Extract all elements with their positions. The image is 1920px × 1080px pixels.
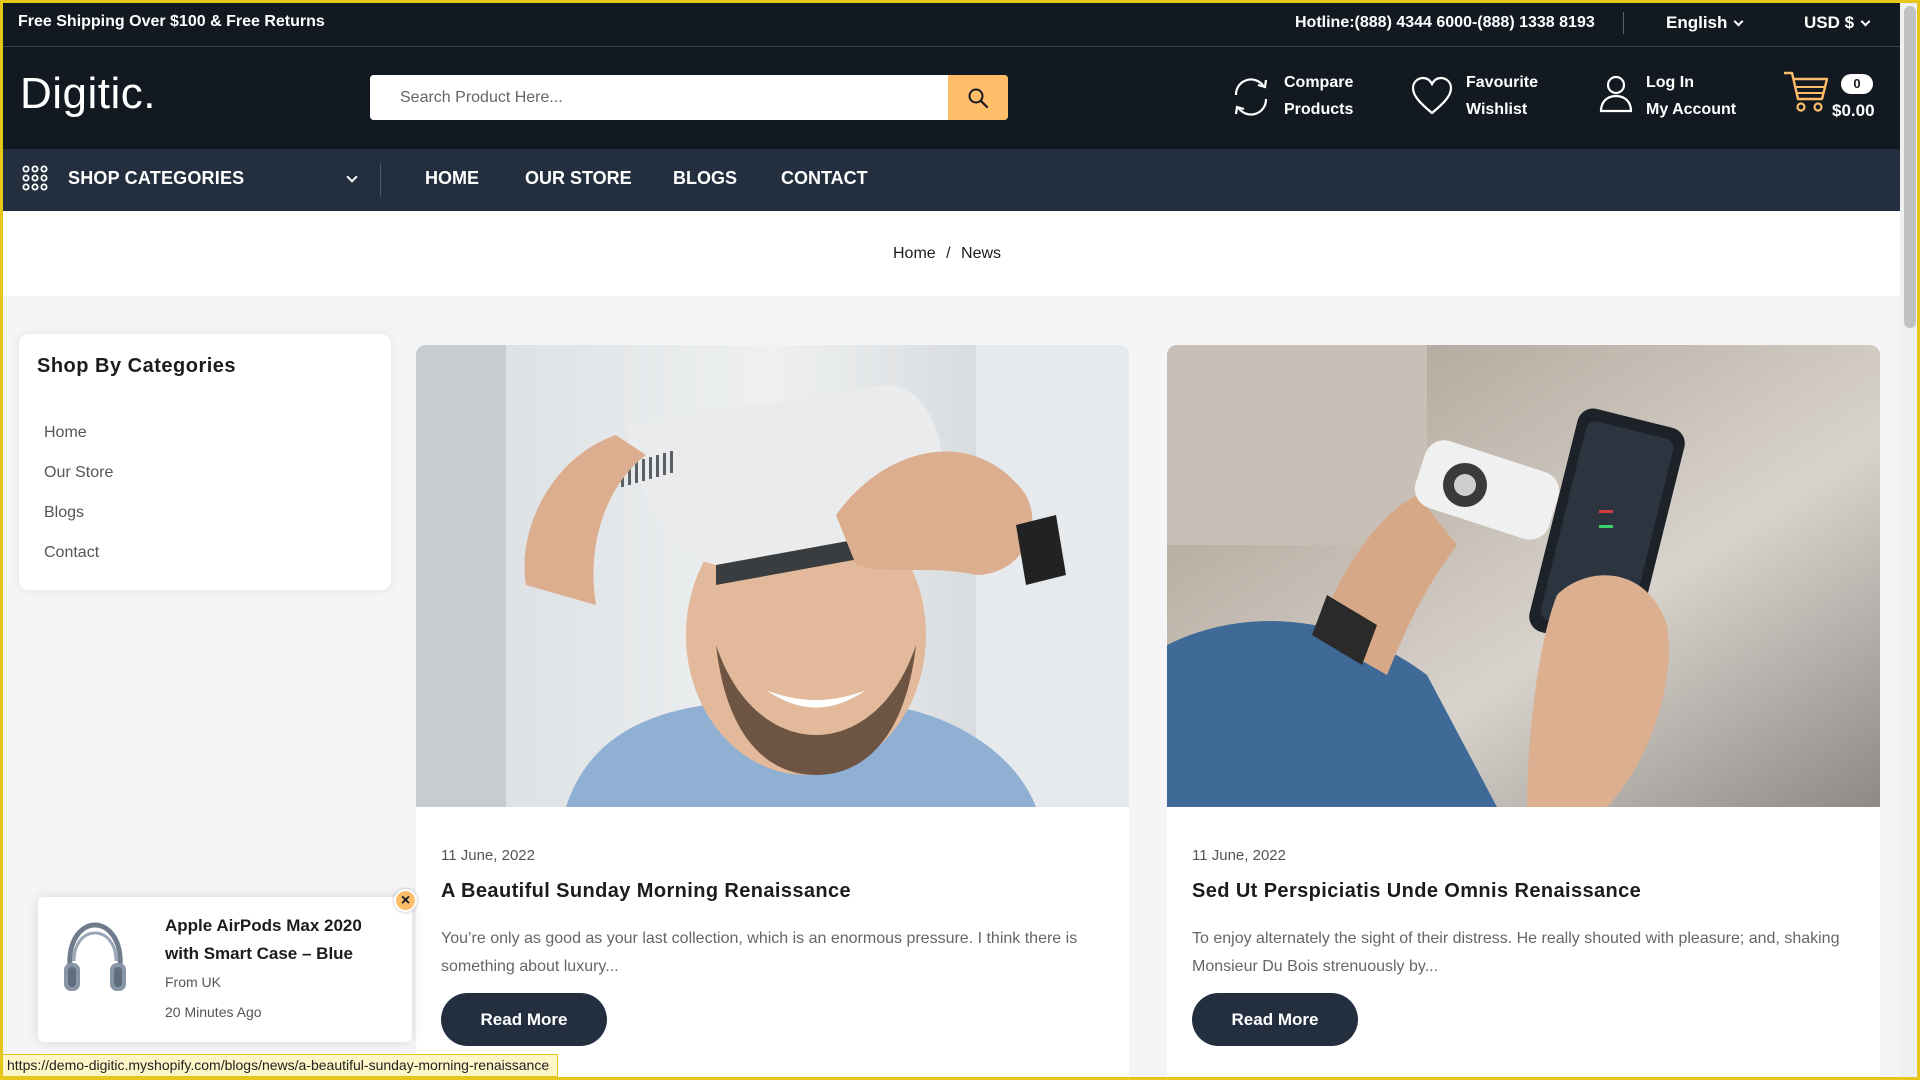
popup-product-name[interactable]: Apple AirPods Max 2020 with Smart Case –…: [165, 912, 395, 968]
popup-time: 20 Minutes Ago: [165, 1004, 262, 1020]
categories-sidebar: Shop By Categories Home Our Store Blogs …: [19, 334, 391, 590]
language-selector[interactable]: English: [1666, 13, 1744, 33]
nav-home[interactable]: HOME: [425, 168, 479, 189]
scrollbar[interactable]: [1900, 0, 1920, 1080]
blog-card: 11 June, 2022 A Beautiful Sunday Morning…: [416, 345, 1129, 1080]
post-date: 11 June, 2022: [441, 847, 535, 864]
product-image-headphones: [64, 922, 126, 991]
compare-label-2: Products: [1284, 101, 1354, 118]
cart-count-badge: 0: [1841, 74, 1873, 94]
search-input[interactable]: [370, 75, 948, 120]
wishlist-label-2: Wishlist: [1466, 101, 1528, 118]
breadcrumb-separator: /: [946, 245, 951, 262]
sidebar-item-our-store[interactable]: Our Store: [44, 464, 113, 504]
post-title[interactable]: A Beautiful Sunday Morning Renaissance: [441, 880, 851, 903]
sidebar-title: Shop By Categories: [37, 355, 237, 377]
compare-label-1: Compare: [1284, 74, 1354, 91]
breadcrumb-current: News: [961, 245, 1002, 262]
hotline[interactable]: Hotline:(888) 4344 6000-(888) 1338 8193: [1295, 14, 1595, 32]
shop-categories-label: SHOP CATEGORIES: [68, 168, 245, 188]
nav-contact[interactable]: CONTACT: [781, 168, 868, 189]
sidebar-item-blogs[interactable]: Blogs: [44, 504, 113, 544]
blog-card: 11 June, 2022 Sed Ut Perspiciatis Unde O…: [1167, 345, 1880, 1080]
user-icon: [1599, 75, 1633, 113]
popup-origin: From UK: [165, 974, 221, 990]
breadcrumb: Home / News: [0, 211, 1900, 296]
post-excerpt: To enjoy alternately the sight of their …: [1192, 930, 1840, 975]
search-icon: [968, 88, 989, 108]
logo[interactable]: Digitic.: [20, 69, 156, 119]
language-label: English: [1666, 13, 1728, 32]
shipping-promo: Free Shipping Over $100 & Free Returns: [18, 13, 325, 30]
wishlist-label-1: Favourite: [1466, 74, 1539, 91]
chevron-down-icon[interactable]: [346, 171, 358, 183]
read-more-button[interactable]: Read More: [1192, 993, 1358, 1046]
nav-blogs[interactable]: BLOGS: [673, 168, 737, 189]
currency-label: USD $: [1804, 13, 1855, 32]
recent-purchase-popup[interactable]: Apple AirPods Max 2020 with Smart Case –…: [38, 889, 417, 1042]
my-account-label: My Account: [1646, 101, 1737, 118]
sidebar-item-contact[interactable]: Contact: [44, 544, 113, 584]
breadcrumb-home[interactable]: Home: [893, 245, 936, 262]
blog-image-phone-device[interactable]: [1167, 345, 1880, 807]
heart-icon: [1411, 76, 1453, 115]
post-title[interactable]: Sed Ut Perspiciatis Unde Omnis Renaissan…: [1192, 880, 1641, 903]
post-excerpt: You’re only as good as your last collect…: [441, 930, 1078, 975]
compare-icon: [1234, 78, 1268, 116]
scrollbar-thumb[interactable]: [1904, 6, 1916, 328]
main-header: Digitic. Compare Products Favourite Wishli…: [0, 47, 1900, 149]
sidebar-item-home[interactable]: Home: [44, 424, 113, 464]
top-bar: Free Shipping Over $100 & Free Returns H…: [0, 0, 1900, 47]
search-bar: [370, 75, 1008, 120]
blog-image-vr-headset[interactable]: [416, 345, 1129, 807]
divider: [1623, 12, 1624, 34]
grid-dots-icon: [22, 165, 48, 191]
search-button[interactable]: [948, 75, 1008, 120]
post-date: 11 June, 2022: [1192, 847, 1286, 864]
cart-icon: [1784, 71, 1829, 112]
nav-our-store[interactable]: OUR STORE: [525, 168, 632, 189]
chevron-down-icon: [1733, 16, 1744, 27]
status-url: https://demo-digitic.myshopify.com/blogs…: [3, 1054, 559, 1077]
main-nav: SHOP CATEGORIES HOME OUR STORE BLOGS CON…: [0, 149, 1900, 211]
cart-total: $0.00: [1832, 101, 1875, 120]
close-icon[interactable]: ×: [394, 889, 417, 912]
divider: [380, 163, 381, 197]
currency-selector[interactable]: USD $: [1804, 13, 1871, 33]
chevron-down-icon: [1860, 16, 1871, 27]
read-more-button[interactable]: Read More: [441, 993, 607, 1046]
login-label: Log In: [1646, 74, 1694, 91]
